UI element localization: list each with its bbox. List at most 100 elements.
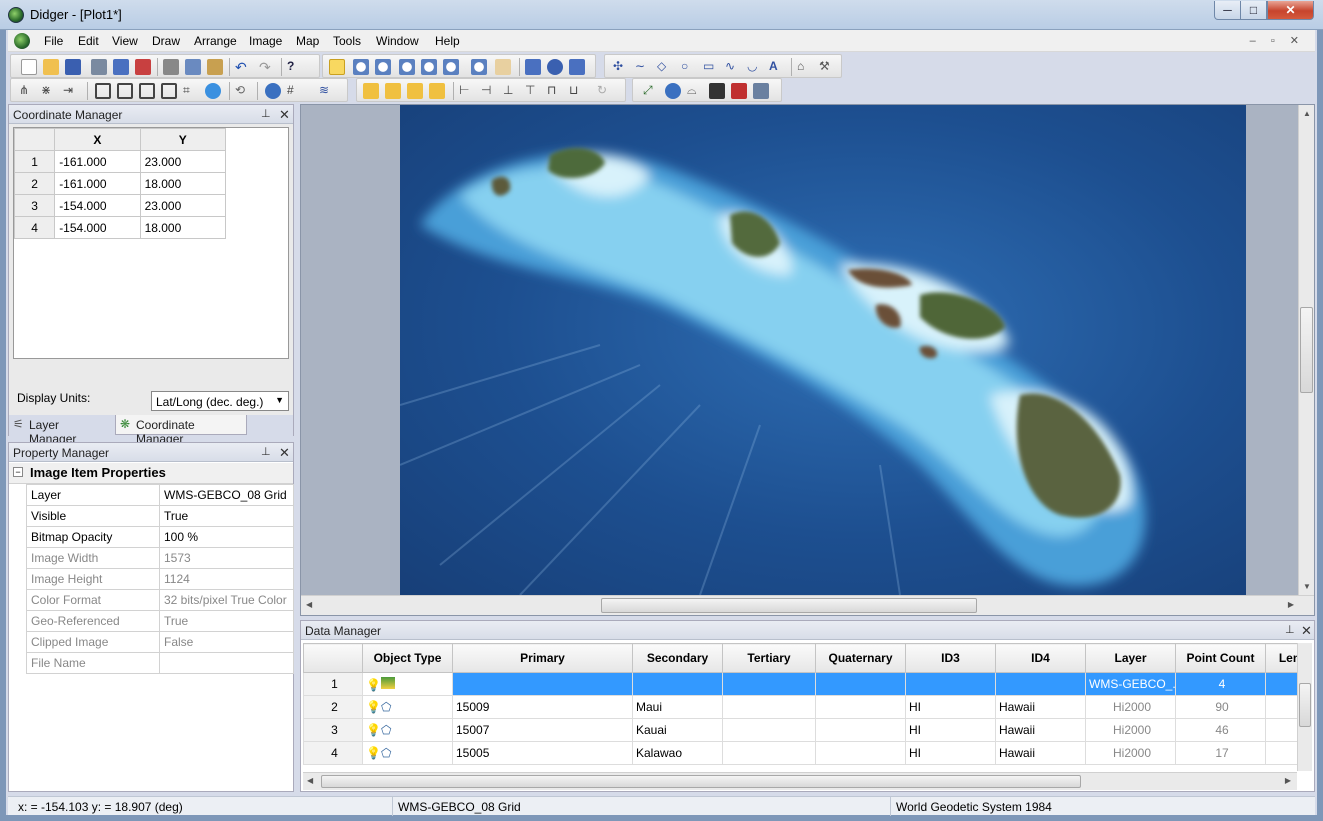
- id4-cell[interactable]: [995, 672, 1086, 696]
- grid-icon[interactable]: [569, 59, 585, 75]
- table-row[interactable]: 4 -154.000 18.000: [14, 216, 227, 239]
- scroll-left-icon[interactable]: ◀: [307, 776, 313, 785]
- secondary-cell[interactable]: Kalawao: [632, 741, 723, 765]
- digitize-icon[interactable]: ≋: [319, 83, 335, 99]
- column-header-length[interactable]: Len: [1265, 643, 1297, 673]
- close-panel-icon[interactable]: ✕: [279, 107, 290, 123]
- align-center-icon[interactable]: ⊣: [481, 83, 497, 99]
- menu-map[interactable]: Map: [296, 34, 319, 48]
- symbol-icon[interactable]: ◡: [747, 59, 763, 75]
- object-type-cell[interactable]: 💡⬠: [362, 695, 453, 719]
- horizontal-scroll-thumb[interactable]: [601, 598, 977, 613]
- lightbulb-icon[interactable]: 💡: [366, 723, 381, 737]
- cell-y[interactable]: 18.000: [139, 172, 227, 195]
- secondary-cell[interactable]: Maui: [632, 695, 723, 719]
- quaternary-cell[interactable]: [815, 741, 906, 765]
- home-icon[interactable]: ⌂: [797, 59, 813, 75]
- backward-icon[interactable]: [429, 83, 445, 99]
- pan-hand-icon[interactable]: [495, 59, 511, 75]
- cell-x[interactable]: -161.000: [54, 150, 141, 173]
- table-row[interactable]: 1 💡 WMS-GEBCO_... 4: [303, 672, 1297, 696]
- align-right-icon[interactable]: ⊥: [503, 83, 519, 99]
- property-value[interactable]: 100 %: [159, 526, 294, 548]
- property-row[interactable]: Bitmap Opacity 100 %: [26, 526, 294, 548]
- zoom-rect-icon[interactable]: [399, 59, 415, 75]
- new-icon[interactable]: [21, 59, 37, 75]
- zoom-selected-icon[interactable]: [421, 59, 437, 75]
- app-globe-icon[interactable]: [8, 7, 24, 23]
- primary-cell[interactable]: [452, 672, 633, 696]
- graticule-icon[interactable]: #: [287, 83, 303, 99]
- scroll-right-icon[interactable]: ▶: [1288, 600, 1294, 609]
- menu-window[interactable]: Window: [376, 34, 419, 48]
- table-row[interactable]: 1 -161.000 23.000: [14, 150, 227, 173]
- connect-icon[interactable]: ⇥: [63, 83, 79, 99]
- column-header-tertiary[interactable]: Tertiary: [722, 643, 816, 673]
- primary-cell[interactable]: 15007: [452, 718, 633, 742]
- bring-front-icon[interactable]: [363, 83, 379, 99]
- settings-icon[interactable]: [753, 83, 769, 99]
- object-type-cell[interactable]: 💡⬠: [362, 741, 453, 765]
- select-arrow-icon[interactable]: [329, 59, 345, 75]
- import-icon[interactable]: [113, 59, 129, 75]
- id3-cell[interactable]: [905, 672, 996, 696]
- menu-arrange[interactable]: Arrange: [194, 34, 237, 48]
- table-row[interactable]: 3 -154.000 23.000: [14, 194, 227, 217]
- length-cell[interactable]: [1265, 672, 1297, 696]
- send-back-icon[interactable]: [385, 83, 401, 99]
- close-panel-icon[interactable]: ✕: [1301, 623, 1312, 639]
- object-type-cell[interactable]: 💡: [362, 672, 453, 696]
- reshape-icon[interactable]: ⋔: [19, 83, 35, 99]
- property-row[interactable]: Visible True: [26, 505, 294, 527]
- tertiary-cell[interactable]: [722, 741, 816, 765]
- layer-cell[interactable]: Hi2000: [1085, 741, 1176, 765]
- cell-y[interactable]: 23.000: [139, 150, 227, 173]
- column-header-x[interactable]: X: [54, 128, 141, 151]
- georef-icon[interactable]: [665, 83, 681, 99]
- id3-cell[interactable]: HI: [905, 718, 996, 742]
- point-count-cell[interactable]: 46: [1175, 718, 1266, 742]
- secondary-cell[interactable]: [632, 672, 723, 696]
- redo-icon[interactable]: ↷: [259, 59, 275, 75]
- layer-cell[interactable]: WMS-GEBCO_...: [1085, 672, 1176, 696]
- secondary-cell[interactable]: Kauai: [632, 718, 723, 742]
- scroll-down-icon[interactable]: ▼: [1303, 582, 1311, 591]
- column-header-quaternary[interactable]: Quaternary: [815, 643, 906, 673]
- zoom-fit-icon[interactable]: [443, 59, 459, 75]
- column-header-layer[interactable]: Layer: [1085, 643, 1176, 673]
- table-row[interactable]: 2 💡⬠ 15009 Maui HI Hawaii Hi2000 90: [303, 695, 1297, 719]
- length-cell[interactable]: [1265, 718, 1297, 742]
- lightbulb-icon[interactable]: 💡: [366, 746, 381, 760]
- align-top-icon[interactable]: ⊤: [525, 83, 541, 99]
- point-count-cell[interactable]: 90: [1175, 695, 1266, 719]
- cell-x[interactable]: -154.000: [54, 194, 141, 217]
- open-icon[interactable]: [43, 59, 59, 75]
- column-header-id4[interactable]: ID4: [995, 643, 1086, 673]
- export-icon[interactable]: [135, 59, 151, 75]
- window-icon[interactable]: [525, 59, 541, 75]
- menu-help[interactable]: Help: [435, 34, 460, 48]
- vertical-scroll-thumb[interactable]: [1300, 307, 1313, 393]
- menu-view[interactable]: View: [112, 34, 138, 48]
- tertiary-cell[interactable]: [722, 672, 816, 696]
- data-horizontal-scroll-thumb[interactable]: [321, 775, 1081, 788]
- cell-x[interactable]: -154.000: [54, 216, 141, 239]
- undo-icon[interactable]: ↶: [235, 59, 251, 75]
- tab-coordinate-manager[interactable]: ❋ Coordinate Manager: [115, 415, 247, 446]
- scroll-up-icon[interactable]: ▲: [1303, 109, 1311, 118]
- rotate-icon[interactable]: ↻: [597, 83, 613, 99]
- document-icon[interactable]: [14, 33, 30, 49]
- table-row[interactable]: 4 💡⬠ 15005 Kalawao HI Hawaii Hi2000 17: [303, 741, 1297, 765]
- data-vertical-scroll-thumb[interactable]: [1299, 683, 1311, 727]
- polygon-icon[interactable]: ◇: [657, 59, 673, 75]
- close-button[interactable]: ✕: [1267, 1, 1314, 20]
- object-type-cell[interactable]: 💡⬠: [362, 718, 453, 742]
- spline-icon[interactable]: ∿: [725, 59, 741, 75]
- map-arrow-icon[interactable]: ⤢: [643, 83, 659, 99]
- menu-edit[interactable]: Edit: [78, 34, 99, 48]
- bathymetry-image[interactable]: [400, 105, 1246, 595]
- zoom-in-icon[interactable]: [353, 59, 369, 75]
- plot-horizontal-scrollbar[interactable]: ◀ ▶: [301, 595, 1314, 615]
- globe-icon[interactable]: [547, 59, 563, 75]
- cell-y[interactable]: 23.000: [139, 194, 227, 217]
